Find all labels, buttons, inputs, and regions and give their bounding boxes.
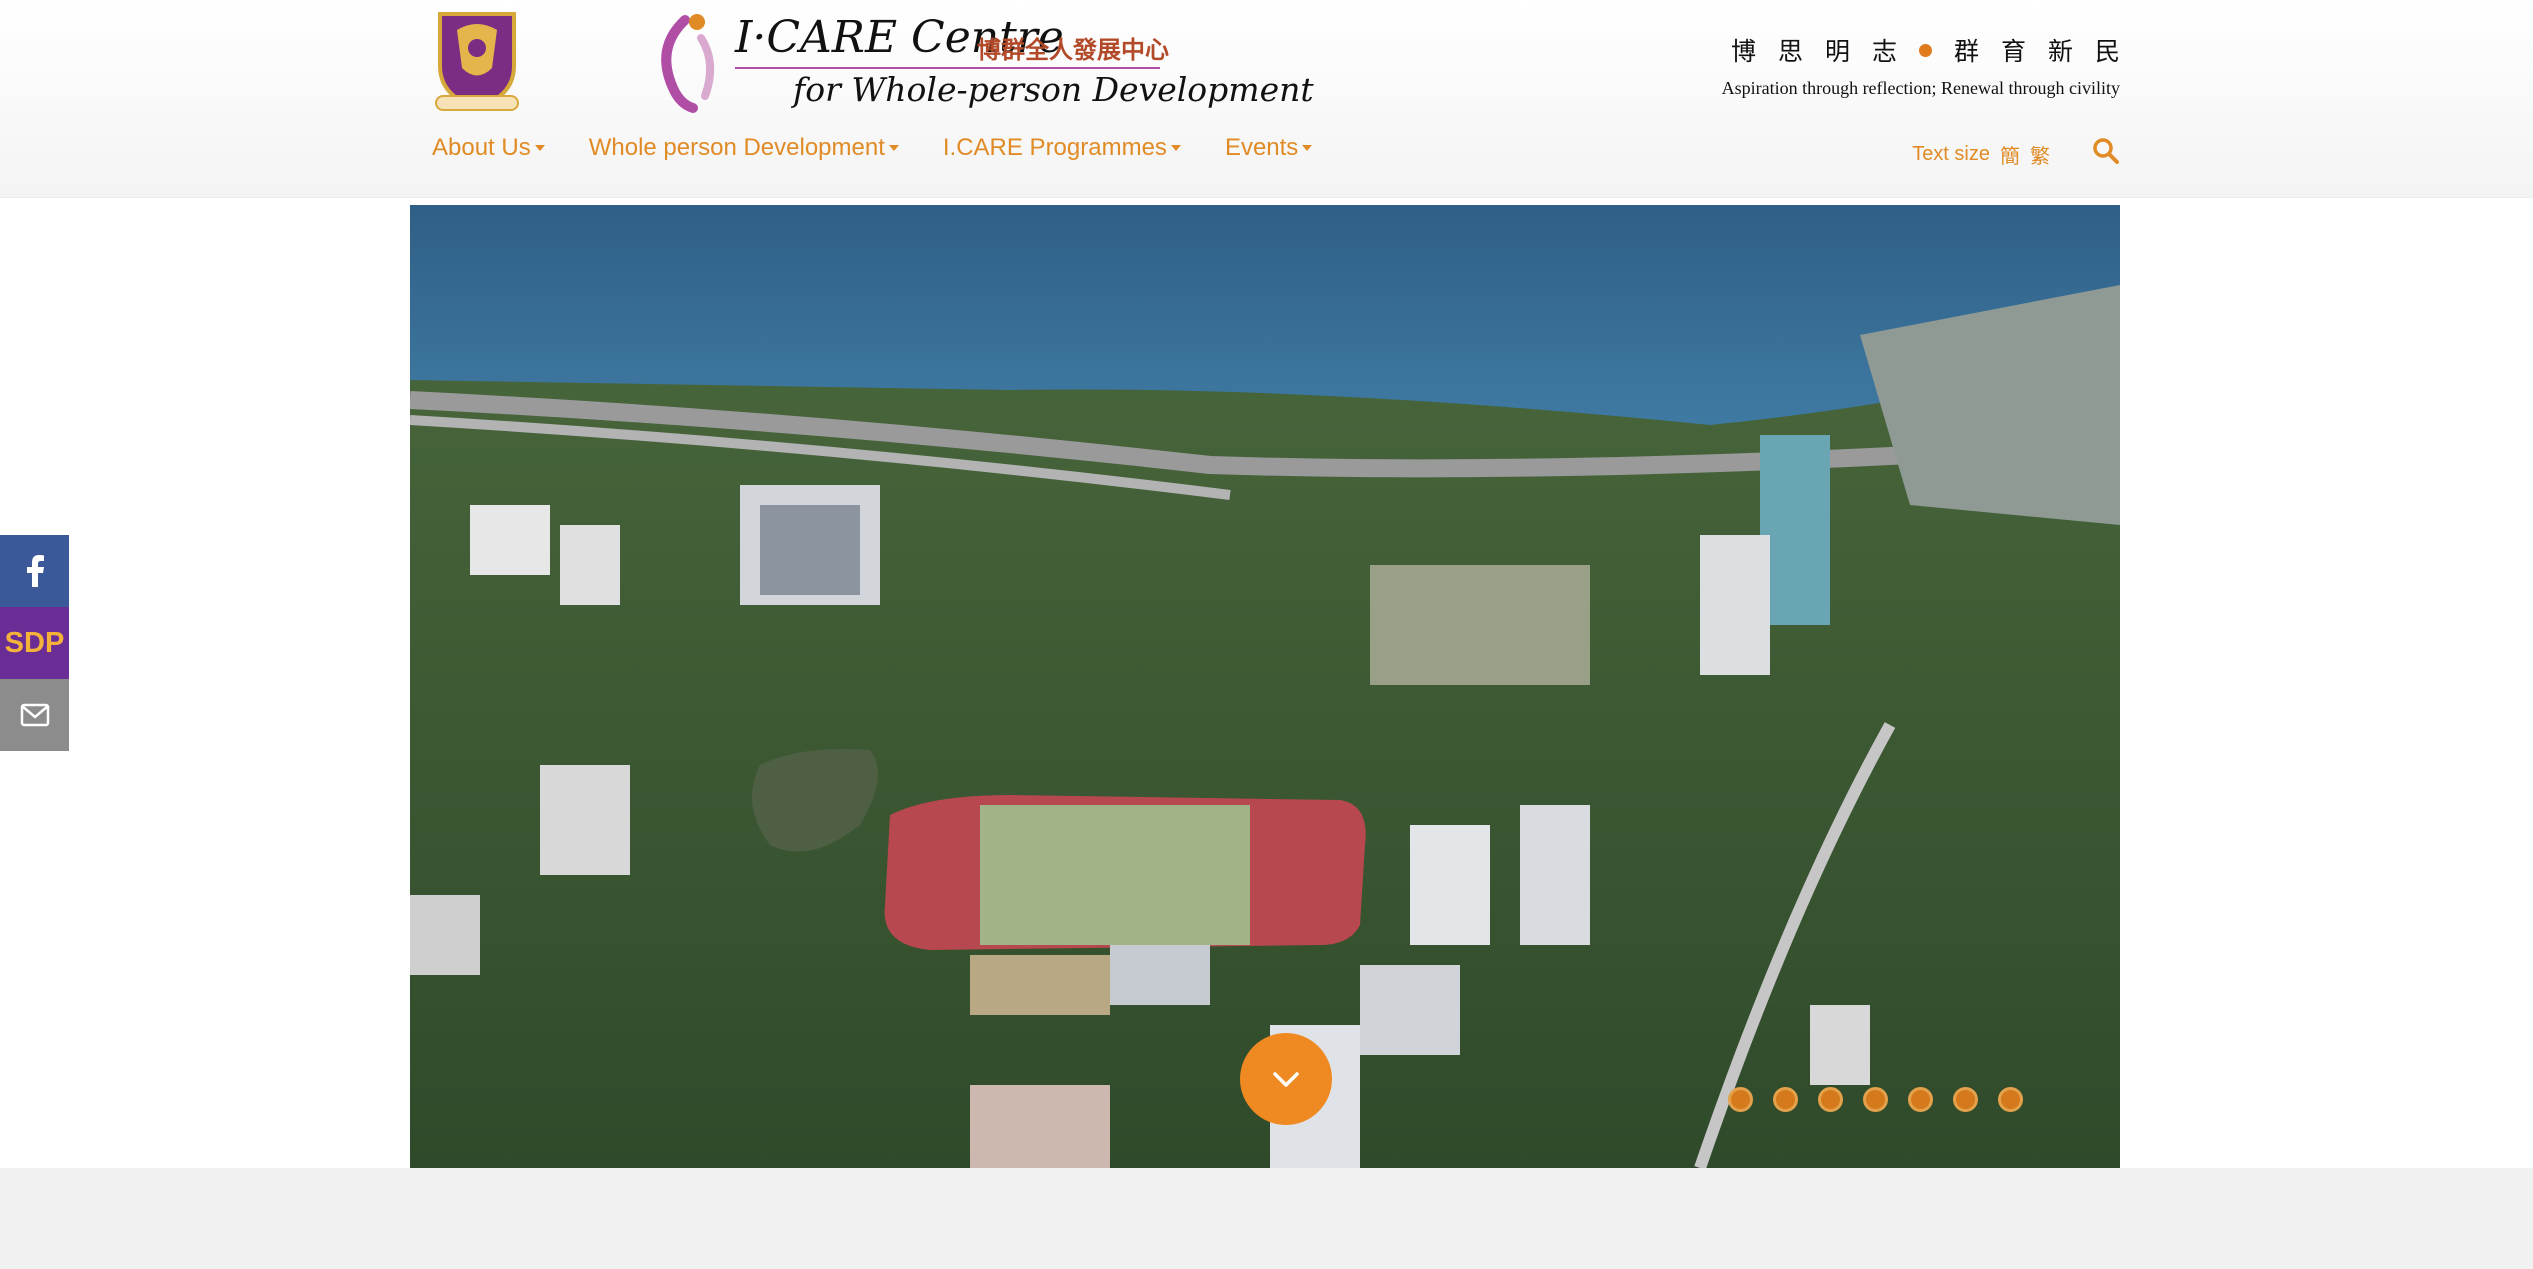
side-social-bar: SDP [0,535,69,751]
icare-logo-chinese: 博群全人發展中心 [977,36,1169,64]
email-button[interactable] [0,679,69,751]
mail-icon [20,703,49,727]
icare-centre-logo[interactable]: I·CARE Centre 博群全人發展中心 for Whole-person … [645,8,1314,118]
main-navigation: About Us Whole person Development I.CARE… [432,134,1356,162]
icare-logo-subtitle: for Whole-person Development [793,70,1314,109]
motto-chinese-left: 博思明志 [1730,37,1919,66]
scroll-down-button[interactable] [1240,1033,1332,1125]
carousel-dot[interactable] [1818,1087,1843,1112]
caret-down-icon [888,145,899,151]
carousel-dot[interactable] [1908,1087,1933,1112]
caret-down-icon [1170,145,1181,151]
campus-aerial-photo [410,205,2120,1168]
text-size-button[interactable]: Text size [1912,143,1990,166]
nav-item-icare-programmes[interactable]: I.CARE Programmes [943,134,1181,162]
sdp-button[interactable]: SDP [0,607,69,679]
hero-carousel-image [410,205,2120,1168]
nav-label: Events [1224,134,1299,161]
lang-traditional-link[interactable]: 繁 [2030,140,2050,169]
carousel-dot[interactable] [1773,1087,1798,1112]
nav-label: Whole person Development [588,134,885,161]
cuhk-crest-logo[interactable] [432,8,522,116]
nav-label: I.CARE Programmes [942,134,1167,161]
caret-down-icon [534,145,545,151]
carousel-dot[interactable] [1863,1087,1888,1112]
motto-chinese-right: 群育新民 [1953,37,2142,66]
search-icon[interactable] [2092,137,2120,165]
page-bottom-band [0,1168,2533,1269]
carousel-dot[interactable] [1998,1087,2023,1112]
sdp-label: SDP [4,626,65,659]
carousel-dot[interactable] [1953,1087,1978,1112]
university-motto: 博思明志 群育新民 Aspiration through reflection;… [1722,32,2120,99]
header-inner: I·CARE Centre 博群全人發展中心 for Whole-person … [410,0,2120,198]
nav-item-events[interactable]: Events [1224,134,1313,162]
nav-item-about-us[interactable]: About Us [432,134,545,162]
chevron-down-icon [1273,1072,1299,1087]
text-size-controls: Text size 簡 繁 [1912,140,2050,169]
site-header: I·CARE Centre 博群全人發展中心 for Whole-person … [0,0,2533,198]
motto-separator-dot [1918,43,1932,57]
caret-down-icon [1302,145,1313,151]
facebook-button[interactable] [0,535,69,607]
lang-simplified-link[interactable]: 簡 [2000,140,2020,169]
facebook-icon [26,555,44,587]
carousel-dot[interactable] [1728,1087,1753,1112]
nav-label: About Us [432,134,531,161]
nav-item-whole-person-development[interactable]: Whole person Development [589,134,899,162]
motto-english: Aspiration through reflection; Renewal t… [1721,78,2120,98]
carousel-indicators [1728,1087,2023,1112]
